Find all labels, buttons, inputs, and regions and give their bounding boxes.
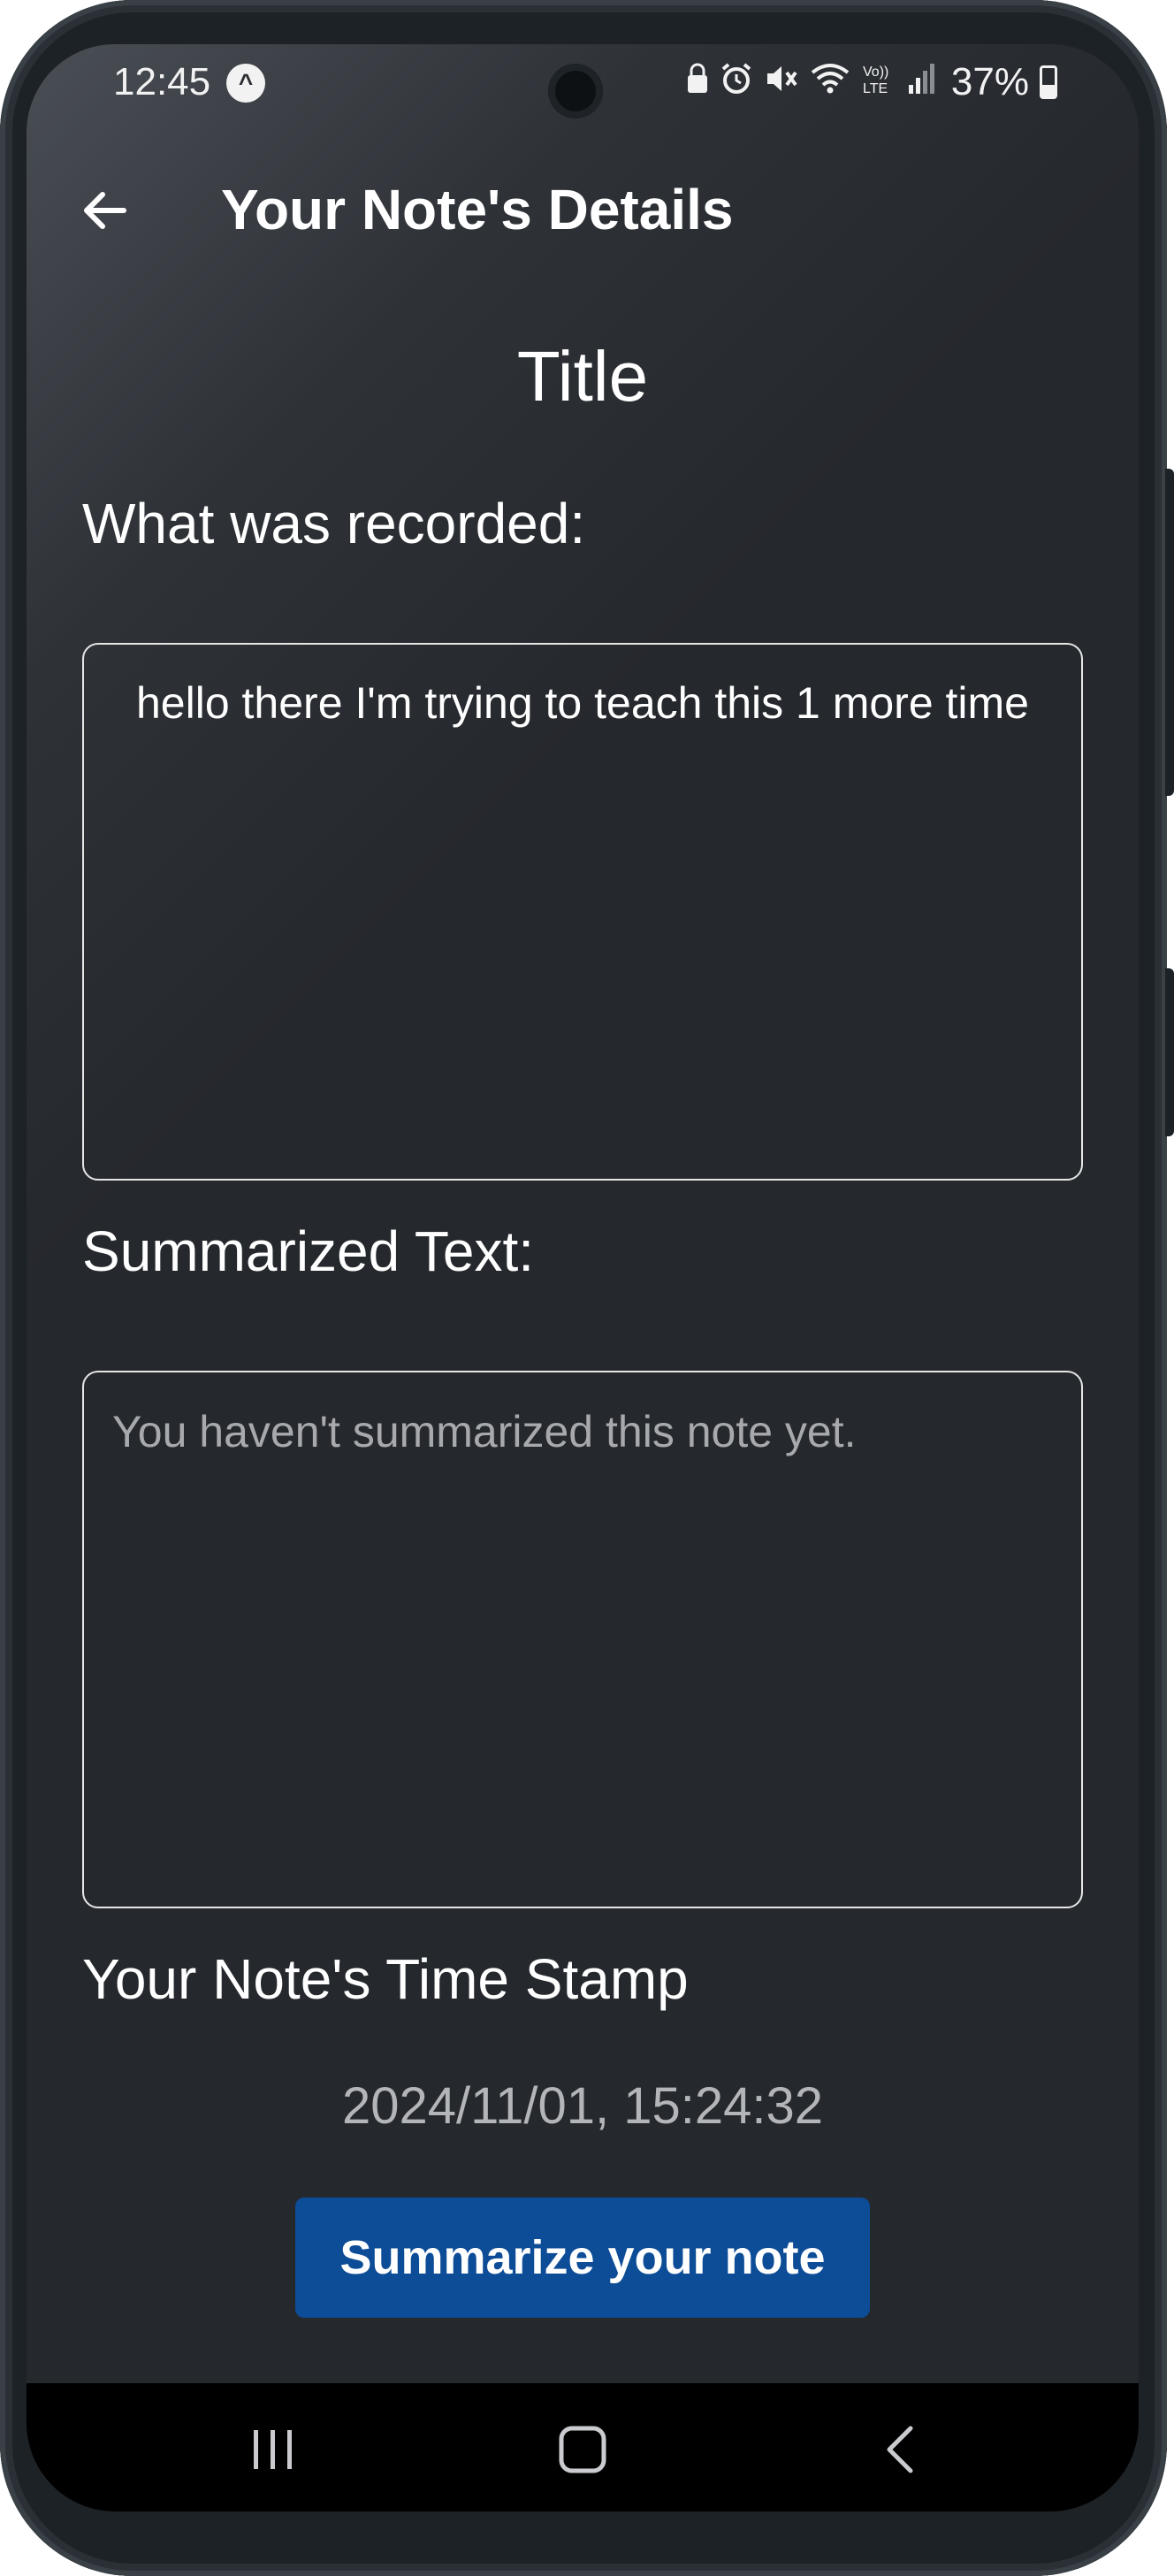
svg-text:LTE: LTE bbox=[863, 81, 888, 96]
alarm-icon bbox=[720, 62, 753, 103]
timestamp-value: 2024/11/01, 15:24:32 bbox=[342, 2077, 823, 2135]
back-icon bbox=[887, 2426, 913, 2473]
app-notification-icon: ^ bbox=[226, 64, 265, 103]
summary-label: Summarized Text: bbox=[82, 1219, 534, 1283]
lock-icon bbox=[686, 63, 709, 103]
summarize-button[interactable]: Summarize your note bbox=[295, 2198, 870, 2318]
timestamp-label: Your Note's Time Stamp bbox=[82, 1947, 689, 2011]
app-bar: Your Note's Details bbox=[27, 159, 1139, 265]
battery-icon bbox=[1040, 65, 1057, 99]
signal-icon bbox=[907, 62, 937, 103]
home-icon bbox=[559, 2426, 606, 2473]
note-title: Title bbox=[516, 337, 649, 416]
status-icons: Vo)) LTE 37% bbox=[686, 60, 1057, 104]
volte-icon: Vo)) LTE bbox=[861, 61, 896, 104]
front-camera bbox=[548, 64, 603, 118]
recorded-text-field[interactable]: hello there I'm trying to teach this 1 m… bbox=[82, 643, 1083, 1181]
navigation-bar bbox=[27, 2383, 1139, 2511]
back-button[interactable] bbox=[861, 2410, 941, 2489]
recents-icon bbox=[254, 2430, 292, 2469]
battery-percent: 37% bbox=[950, 60, 1029, 103]
recorded-text: hello there I'm trying to teach this 1 m… bbox=[136, 678, 1029, 728]
recents-button[interactable] bbox=[233, 2410, 313, 2489]
recorded-label: What was recorded: bbox=[82, 492, 586, 555]
back-arrow-button[interactable] bbox=[72, 179, 136, 242]
summarize-button-label: Summarize your note bbox=[339, 2231, 826, 2284]
svg-text:Vo)): Vo)) bbox=[863, 65, 888, 80]
summary-placeholder: You haven't summarized this note yet. bbox=[112, 1407, 857, 1456]
status-bar: 12:45 ^ Vo)) LTE 37% bbox=[27, 44, 1139, 133]
volume-button bbox=[1165, 469, 1174, 796]
page-title: Your Note's Details bbox=[221, 178, 734, 241]
wifi-icon bbox=[810, 62, 850, 103]
power-button bbox=[1165, 968, 1174, 1136]
screen: 12:45 ^ Vo)) LTE 37% Your Note's Details… bbox=[27, 44, 1139, 2511]
status-time: 12:45 bbox=[113, 60, 211, 103]
arrow-left-icon bbox=[84, 192, 126, 229]
summary-text-field[interactable]: You haven't summarized this note yet. bbox=[82, 1371, 1083, 1908]
mute-icon bbox=[764, 62, 799, 103]
home-button[interactable] bbox=[543, 2410, 622, 2489]
